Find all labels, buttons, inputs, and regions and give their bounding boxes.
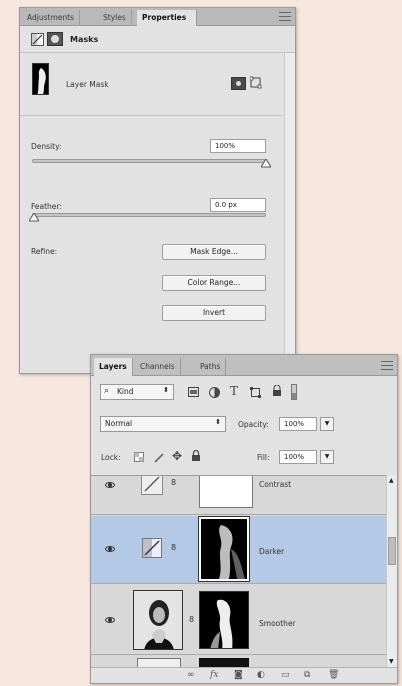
feather-slider-thumb[interactable] xyxy=(28,212,40,222)
tab-adjustments[interactable]: Adjustments xyxy=(22,10,80,26)
tab-properties[interactable]: Properties xyxy=(137,10,197,26)
type-filter-icon[interactable]: T xyxy=(228,384,240,398)
scroll-up-arrow[interactable]: ▲ xyxy=(389,477,394,484)
adjustment-layer-icon xyxy=(142,538,162,558)
fill-field[interactable]: 100% xyxy=(279,450,317,464)
layer-mask-label: Layer Mask xyxy=(66,80,109,89)
lock-position-move-icon[interactable]: ✥ xyxy=(171,449,183,463)
kind-stepper-icon: ⬍ xyxy=(163,386,169,394)
layer-name-contrast: Contrast xyxy=(259,480,292,489)
layers-tabbar: Layers Channels Paths xyxy=(91,355,397,376)
layer-name-darker: Darker xyxy=(259,547,285,556)
fill-label: Fill: xyxy=(257,453,270,462)
fill-dropdown-button[interactable]: ▼ xyxy=(320,450,334,464)
tab-paths[interactable]: Paths xyxy=(195,358,227,376)
panel-menu-icon[interactable] xyxy=(279,12,291,21)
shape-filter-icon[interactable] xyxy=(249,386,261,398)
scroll-thumb[interactable] xyxy=(388,537,396,565)
layer-name-smoother: Smoother xyxy=(259,619,296,628)
lock-label: Lock: xyxy=(101,453,121,462)
layers-list: 8 Contrast 8 Darker 8 Smoother xyxy=(91,475,386,667)
mask-link-chain-icon[interactable]: 8 xyxy=(189,615,194,625)
image-filter-icon[interactable] xyxy=(187,386,199,398)
fx-icon[interactable]: fx xyxy=(210,670,218,680)
layer-row-contrast[interactable]: 8 Contrast xyxy=(91,476,386,515)
trash-icon[interactable]: 🗑 xyxy=(328,670,339,680)
refine-label: Refine: xyxy=(31,247,58,256)
color-range-button[interactable]: Color Range... xyxy=(162,275,266,291)
visibility-eye-icon[interactable] xyxy=(105,617,115,623)
invert-button[interactable]: Invert xyxy=(162,305,266,321)
layer-mask-thumbnail[interactable] xyxy=(32,63,49,95)
mask-icon[interactable] xyxy=(47,32,63,46)
blend-mode-select[interactable]: Normal ⬍ xyxy=(100,416,226,432)
kind-filter-select[interactable]: ⌕ Kind ⬍ xyxy=(100,384,174,400)
lock-pixels-brush-icon[interactable] xyxy=(153,451,165,463)
masks-title: Masks xyxy=(70,35,99,44)
tab-layers[interactable]: Layers xyxy=(94,358,133,376)
layer-mask-thumbnail-smoother[interactable] xyxy=(199,591,249,649)
blend-mode-value: Normal xyxy=(105,419,133,428)
visibility-eye-icon[interactable] xyxy=(105,546,115,552)
add-mask-icon[interactable]: ◙ xyxy=(234,670,243,680)
density-label: Density: xyxy=(31,142,62,151)
kind-label: Kind xyxy=(117,387,134,396)
mask-link-chain-icon[interactable]: 8 xyxy=(171,543,176,553)
masks-header: Masks xyxy=(20,27,295,53)
density-field[interactable]: 100% xyxy=(210,139,266,153)
lock-all-icon[interactable] xyxy=(190,450,202,462)
properties-panel: Adjustments Styles Properties Masks Laye… xyxy=(19,7,296,374)
tab-channels[interactable]: Channels xyxy=(135,358,181,376)
density-slider-track[interactable] xyxy=(32,159,266,163)
layer-image-thumbnail-smoother[interactable] xyxy=(133,590,183,650)
layer-row-partial[interactable] xyxy=(91,656,386,667)
feather-slider-track[interactable] xyxy=(32,213,266,217)
opacity-dropdown-button[interactable]: ▼ xyxy=(320,417,334,431)
partial-thumbnail xyxy=(137,658,181,667)
divider-line xyxy=(20,115,283,116)
adjustment-icon[interactable] xyxy=(31,33,44,46)
adjustment-filter-icon[interactable] xyxy=(208,386,220,398)
layer-mask-thumbnail-darker[interactable] xyxy=(198,516,250,582)
blend-stepper-icon: ⬍ xyxy=(215,418,221,426)
scroll-down-arrow[interactable]: ▼ xyxy=(389,658,394,665)
density-slider-thumb[interactable] xyxy=(260,158,272,168)
new-group-icon[interactable]: ▭ xyxy=(281,670,290,680)
layers-scrollbar[interactable]: ▲ ▼ xyxy=(386,475,397,667)
layer-row-smoother[interactable]: 8 Smoother xyxy=(91,585,386,655)
layers-panel: Layers Channels Paths ⌕ Kind ⬍ T Normal … xyxy=(90,354,398,684)
layer-row-darker[interactable]: 8 Darker xyxy=(91,516,386,584)
opacity-field[interactable]: 100% xyxy=(279,417,317,431)
properties-tabbar: Adjustments Styles Properties xyxy=(20,8,295,26)
partial-mask-thumbnail xyxy=(199,658,249,667)
smart-object-filter-icon[interactable] xyxy=(270,385,282,397)
feather-field[interactable]: 0.0 px xyxy=(210,198,266,212)
layers-footer: ∞ fx ◙ ◐ ▭ ⧉ 🗑 xyxy=(91,667,397,683)
feather-label: Feather: xyxy=(31,202,62,211)
pixel-mask-button-icon[interactable] xyxy=(231,77,246,90)
filter-toggle-switch[interactable] xyxy=(291,384,297,400)
layers-panel-menu-icon[interactable] xyxy=(381,361,393,370)
new-fill-adjustment-icon[interactable]: ◐ xyxy=(257,670,265,680)
search-icon: ⌕ xyxy=(104,386,110,396)
mask-edge-button[interactable]: Mask Edge... xyxy=(162,244,266,260)
layer-mask-thumbnail-contrast[interactable] xyxy=(199,476,253,508)
link-layers-icon[interactable]: ∞ xyxy=(187,670,195,680)
lock-transparency-icon[interactable] xyxy=(133,451,145,463)
visibility-eye-icon[interactable] xyxy=(105,482,115,488)
opacity-label: Opacity: xyxy=(238,420,269,429)
mask-link-chain-icon[interactable]: 8 xyxy=(171,478,176,488)
tab-styles[interactable]: Styles xyxy=(98,10,132,26)
adjustment-layer-icon xyxy=(141,476,163,495)
properties-scrollbar[interactable] xyxy=(284,53,295,361)
vector-mask-button-icon[interactable] xyxy=(249,76,263,90)
new-layer-icon[interactable]: ⧉ xyxy=(304,670,310,680)
